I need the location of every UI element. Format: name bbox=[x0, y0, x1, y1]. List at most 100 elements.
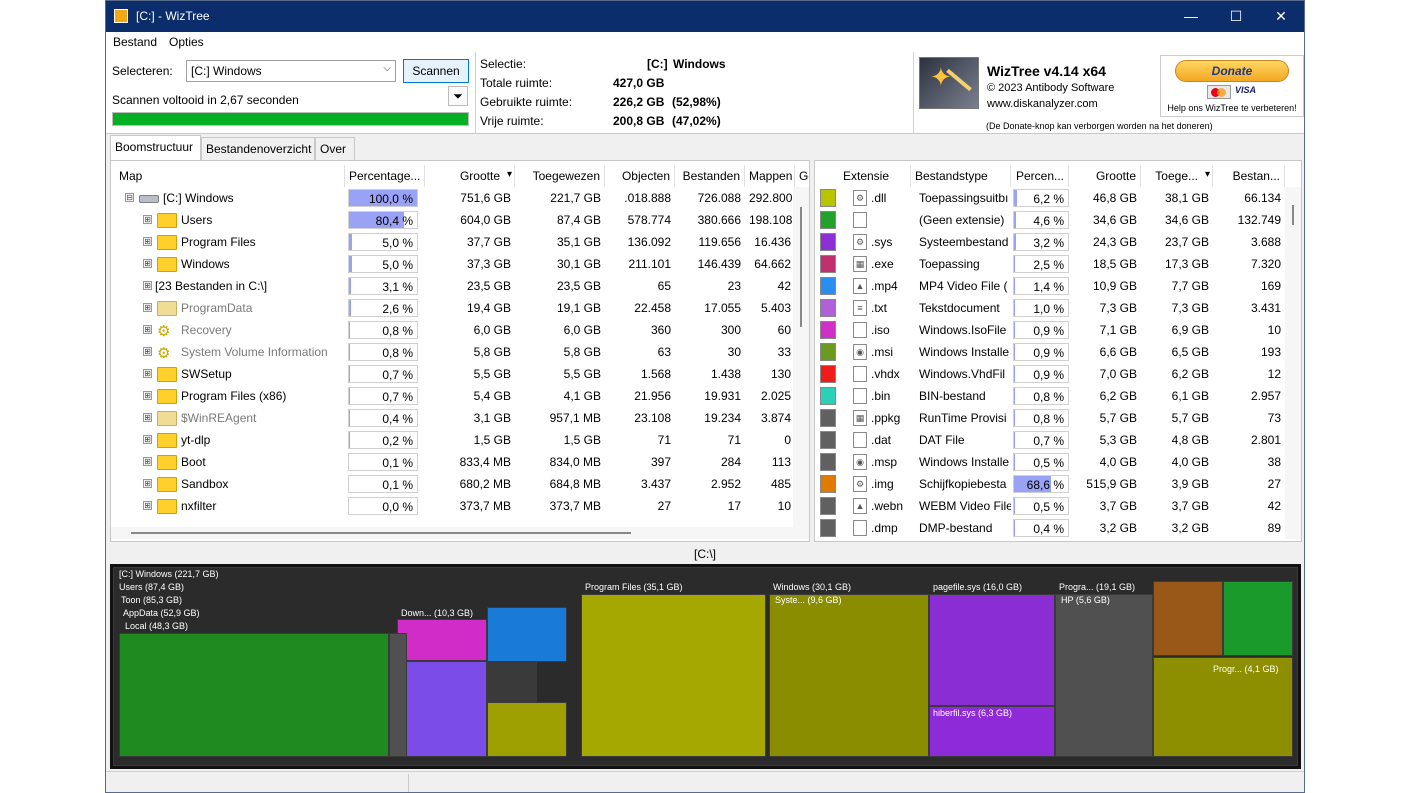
extension-column-header[interactable]: Bestandstype bbox=[911, 165, 1011, 187]
expand-toggle-icon[interactable]: ⊞ bbox=[143, 369, 152, 378]
tree-column-header[interactable]: Bestanden bbox=[675, 165, 745, 187]
treemap-view[interactable]: [C:] Windows (221,7 GB) Users (87,4 GB) … bbox=[110, 564, 1301, 769]
tree-vscroll-thumb[interactable] bbox=[800, 207, 802, 327]
tree-row[interactable]: ⊞ Program Files (x86) 0,7 % 5,4 GB 4,1 GB 21.… bbox=[115, 385, 795, 407]
extension-files-cell: 169 bbox=[1260, 279, 1281, 293]
tree-column-header[interactable]: Percentage... bbox=[345, 165, 425, 187]
expand-toggle-icon[interactable]: ⊞ bbox=[143, 281, 152, 290]
extension-alloc-cell: 4,8 GB bbox=[1171, 433, 1209, 447]
extension-row[interactable]: ◉ .msi Windows Installe 0,9 % 6,6 GB 6,5 GB 19… bbox=[815, 341, 1285, 363]
treemap-block[interactable] bbox=[389, 633, 407, 757]
expand-toggle-icon[interactable]: ⊞ bbox=[143, 435, 152, 444]
extension-row[interactable]: ⚙ .img Schijfkopiebesta 68,6 % 515,9 GB 3,9 G… bbox=[815, 473, 1285, 495]
expand-toggle-icon[interactable]: ⊞ bbox=[143, 457, 152, 466]
scan-button[interactable]: Scannen bbox=[403, 59, 469, 83]
expand-toggle-icon[interactable]: ⊞ bbox=[143, 347, 152, 356]
tree-row[interactable]: ⊞ Users 80,4 % 604,0 GB 87,4 GB 578.774 380.66… bbox=[115, 209, 795, 231]
extension-column-header[interactable]: Percen... bbox=[1011, 165, 1069, 187]
treemap-block[interactable] bbox=[397, 661, 487, 757]
extension-row[interactable]: .vhdx Windows.VhdFil 0,9 % 7,0 GB 6,2 GB 12 bbox=[815, 363, 1285, 385]
tree-vscroll[interactable] bbox=[793, 187, 809, 529]
tree-hscroll-thumb[interactable] bbox=[131, 532, 631, 534]
donate-button[interactable]: Donate bbox=[1175, 60, 1289, 82]
tree-row[interactable]: ⊞ Windows 5,0 % 37,3 GB 30,1 GB 211.101 146.43… bbox=[115, 253, 795, 275]
tree-row[interactable]: ⊞ SWSetup 0,7 % 5,5 GB 5,5 GB 1.568 1.438 130 bbox=[115, 363, 795, 385]
extension-row[interactable]: ◉ .msp Windows Installe 0,5 % 4,0 GB 4,0 GB 38 bbox=[815, 451, 1285, 473]
tree-column-header[interactable]: Objecten bbox=[605, 165, 675, 187]
tree-row[interactable]: ⊞ nxfilter 0,0 % 373,7 MB 373,7 MB 27 17 10 bbox=[115, 495, 795, 517]
treemap-block[interactable] bbox=[1055, 594, 1153, 757]
extension-column-header[interactable]: Extensie bbox=[839, 165, 911, 187]
tab-about[interactable]: Over bbox=[315, 137, 355, 160]
expand-toggle-icon[interactable]: ⊞ bbox=[143, 391, 152, 400]
tree-row[interactable]: ⊞ ⚙ System Volume Information 0,8 % 5,8 GB 5,… bbox=[115, 341, 795, 363]
treemap-block[interactable] bbox=[581, 594, 766, 757]
treemap-block[interactable] bbox=[487, 607, 567, 662]
expand-toggle-icon[interactable]: ⊞ bbox=[143, 303, 152, 312]
tree-row[interactable]: ⊞ Program Files 5,0 % 37,7 GB 35,1 GB 136.092… bbox=[115, 231, 795, 253]
treemap-block[interactable] bbox=[1223, 581, 1293, 656]
selection-label: Selectie: bbox=[480, 57, 527, 71]
folder-icon bbox=[157, 301, 177, 316]
tab-file-overview[interactable]: Bestandenoverzicht bbox=[201, 137, 315, 160]
extension-row[interactable]: ▲ .webn WEBM Video File 0,5 % 3,7 GB 3,7 GB 42 bbox=[815, 495, 1285, 517]
extension-row[interactable]: ▦ .exe Toepassing 2,5 % 18,5 GB 17,3 GB 7.320 bbox=[815, 253, 1285, 275]
extension-row[interactable]: .dmp DMP-bestand 0,4 % 3,2 GB 3,2 GB 89 bbox=[815, 517, 1285, 539]
tree-column-header[interactable]: Ge bbox=[795, 165, 809, 187]
tree-row[interactable]: ⊞ ⚙ Recovery 0,8 % 6,0 GB 6,0 GB 360 300 60 bbox=[115, 319, 795, 341]
tree-row[interactable]: ⊞ Sandbox 0,1 % 680,2 MB 684,8 MB 3.437 2.952 4… bbox=[115, 473, 795, 495]
extension-column-header[interactable]: Toege... ▾ bbox=[1141, 165, 1213, 187]
expand-toggle-icon[interactable]: ⊞ bbox=[143, 215, 152, 224]
website-link[interactable]: www.diskanalyzer.com bbox=[987, 98, 1098, 110]
tab-tree[interactable]: Boomstructuur bbox=[110, 135, 201, 160]
extension-row[interactable]: ▲ .mp4 MP4 Video File (1,4 % 10,9 GB 7,7 GB 1… bbox=[815, 275, 1285, 297]
extension-column-header[interactable]: Grootte bbox=[1069, 165, 1141, 187]
menu-file[interactable]: Bestand bbox=[113, 35, 157, 49]
tree-column-header[interactable]: Grootte ▾ bbox=[425, 165, 515, 187]
treemap-block[interactable] bbox=[397, 619, 487, 661]
expand-toggle-icon[interactable]: ⊟ bbox=[125, 193, 134, 202]
extension-row[interactable]: .dat DAT File 0,7 % 5,3 GB 4,8 GB 2.801 bbox=[815, 429, 1285, 451]
extension-row[interactable]: .iso Windows.IsoFile 0,9 % 7,1 GB 6,9 GB 10 bbox=[815, 319, 1285, 341]
tree-row[interactable]: ⊞ [23 Bestanden in C:\] 3,1 % 23,5 GB 23,5 G… bbox=[115, 275, 795, 297]
wiztree-logo: ✦ bbox=[919, 57, 979, 109]
filter-button[interactable]: ⏷ bbox=[448, 86, 468, 106]
maximize-button[interactable]: ☐ bbox=[1216, 5, 1256, 27]
expand-toggle-icon[interactable]: ⊞ bbox=[143, 259, 152, 268]
treemap-block[interactable] bbox=[119, 633, 389, 757]
extension-row[interactable]: ≡ .txt Tekstdocument 1,0 % 7,3 GB 7,3 GB 3.431 bbox=[815, 297, 1285, 319]
tree-column-header[interactable]: Mappen bbox=[745, 165, 795, 187]
extension-row[interactable]: .bin BIN-bestand 0,8 % 6,2 GB 6,1 GB 2.957 bbox=[815, 385, 1285, 407]
scan-progress-bar bbox=[112, 112, 469, 126]
treemap-block[interactable] bbox=[929, 594, 1055, 706]
tree-column-header[interactable]: Toegewezen bbox=[515, 165, 605, 187]
tree-row[interactable]: ⊞ ProgramData 2,6 % 19,4 GB 19,1 GB 22.458 17.… bbox=[115, 297, 795, 319]
minimize-button[interactable]: — bbox=[1171, 5, 1211, 27]
extension-row[interactable]: ⚙ .dll Toepassingsuitbı 6,2 % 46,8 GB 38,1 GB… bbox=[815, 187, 1285, 209]
treemap-block[interactable] bbox=[487, 702, 567, 757]
expand-toggle-icon[interactable]: ⊞ bbox=[143, 501, 152, 510]
extension-column-header[interactable]: Bestan... bbox=[1213, 165, 1285, 187]
menu-options[interactable]: Opties bbox=[169, 35, 204, 49]
expand-toggle-icon[interactable]: ⊞ bbox=[143, 325, 152, 334]
tree-row[interactable]: ⊞ Boot 0,1 % 833,4 MB 834,0 MB 397 284 113 bbox=[115, 451, 795, 473]
treemap-block[interactable] bbox=[1153, 581, 1223, 656]
expand-toggle-icon[interactable]: ⊞ bbox=[143, 237, 152, 246]
extension-vscroll-thumb[interactable] bbox=[1292, 205, 1294, 225]
extension-row[interactable]: (Geen extensie) 4,6 % 34,6 GB 34,6 GB 132.74… bbox=[815, 209, 1285, 231]
extension-row[interactable]: ⚙ .sys Systeembestand 3,2 % 24,3 GB 23,7 GB 3.… bbox=[815, 231, 1285, 253]
close-button[interactable]: ✕ bbox=[1261, 5, 1301, 27]
tree-hscroll[interactable] bbox=[111, 527, 809, 539]
folder-name: ProgramData bbox=[181, 301, 253, 315]
tree-column-header[interactable]: Map bbox=[115, 165, 345, 187]
extension-vscroll[interactable] bbox=[1285, 187, 1301, 539]
expand-toggle-icon[interactable]: ⊞ bbox=[143, 479, 152, 488]
tree-row[interactable]: ⊞ yt-dlp 0,2 % 1,5 GB 1,5 GB 71 71 0 bbox=[115, 429, 795, 451]
tree-row[interactable]: ⊟ [C:] Windows 100,0 % 751,6 GB 221,7 GB .018… bbox=[115, 187, 795, 209]
drive-select[interactable]: [C:] Windows ⌵ bbox=[186, 60, 396, 82]
treemap-block[interactable] bbox=[769, 594, 929, 757]
tree-row[interactable]: ⊞ $WinREAgent 0,4 % 3,1 GB 957,1 MB 23.108 19.… bbox=[115, 407, 795, 429]
extension-row[interactable]: ▦ .ppkg RunTime Provisi 0,8 % 5,7 GB 5,7 GB 73 bbox=[815, 407, 1285, 429]
treemap-block[interactable] bbox=[487, 662, 537, 702]
expand-toggle-icon[interactable]: ⊞ bbox=[143, 413, 152, 422]
